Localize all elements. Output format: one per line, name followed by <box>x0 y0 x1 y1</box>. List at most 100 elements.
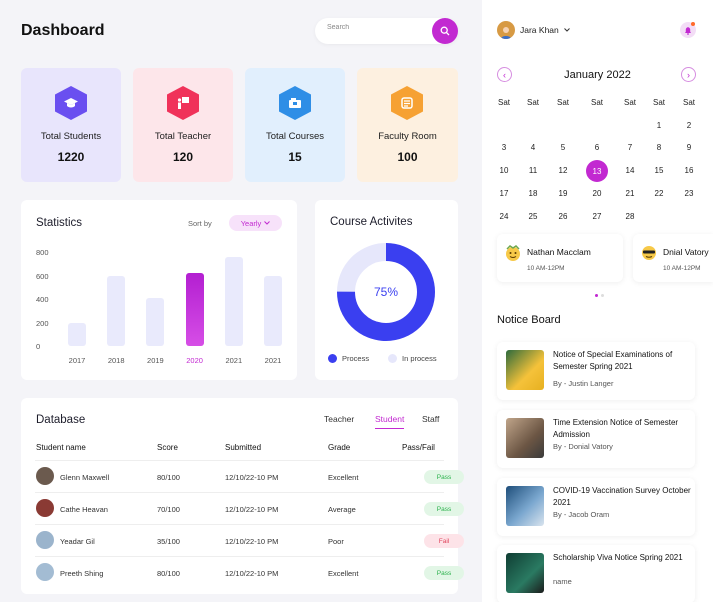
calendar-day[interactable]: 15 <box>646 166 672 175</box>
column-header: Score <box>157 443 178 452</box>
calendar-day[interactable]: 20 <box>584 189 610 198</box>
x-tick-label: 2020 <box>186 356 203 365</box>
table-row[interactable]: Yeadar Gil 35/100 12/10/22-10 PM Poor Fa… <box>35 524 464 556</box>
score: 80/100 <box>157 569 180 578</box>
status-badge: Pass <box>424 566 464 580</box>
event-card[interactable]: Nathan Macclam 10 AM-12PM <box>497 234 623 282</box>
calendar-day[interactable]: 1 <box>646 121 672 130</box>
score: 35/100 <box>157 537 180 546</box>
donut-percent-label: 75% <box>374 285 398 299</box>
search-input[interactable] <box>327 24 427 31</box>
bar-2018[interactable] <box>107 275 126 346</box>
avatar <box>497 21 515 39</box>
search-button[interactable] <box>432 18 458 44</box>
table-row[interactable]: Cathe Heavan 70/100 12/10/22-10 PM Avera… <box>35 492 464 524</box>
status-badge: Fail <box>424 534 464 548</box>
notice-item[interactable]: Scholarship Viva Notice Spring 2021 name <box>497 545 695 602</box>
course-donut-chart: 75% <box>337 243 435 341</box>
table-row[interactable]: Preeth Shing 80/100 12/10/22-10 PM Excel… <box>35 556 464 588</box>
notice-author: By - Donial Vatory <box>553 442 613 451</box>
event-time: 10 AM-12PM <box>527 265 565 272</box>
calendar-day[interactable]: 13 <box>586 160 608 182</box>
sort-dropdown[interactable]: Yearly <box>229 215 282 231</box>
calendar-day[interactable]: 5 <box>550 143 576 152</box>
grade: Excellent <box>328 473 359 482</box>
event-name: Dnial Vatory <box>663 247 709 257</box>
notice-item[interactable]: COVID-19 Vaccination Survey October 2021… <box>497 478 695 536</box>
calendar-day[interactable]: 8 <box>646 143 672 152</box>
y-tick-label: 0 <box>36 342 41 351</box>
bar-2019[interactable] <box>146 297 165 346</box>
notice-item[interactable]: Time Extension Notice of Semester Admiss… <box>497 410 695 468</box>
calendar-day[interactable]: 23 <box>676 189 702 198</box>
calendar-day[interactable]: 28 <box>617 212 643 221</box>
calendar-day[interactable]: 24 <box>491 212 517 221</box>
avatar <box>36 499 54 517</box>
card-value: 100 <box>397 150 418 164</box>
calendar-day[interactable]: 22 <box>646 189 672 198</box>
weekday-label: Sat <box>556 98 569 107</box>
y-tick-label: 600 <box>36 271 49 281</box>
legend-dot <box>388 354 397 363</box>
avatar <box>36 467 54 485</box>
calendar-day[interactable]: 17 <box>491 189 517 198</box>
calendar-day[interactable]: 16 <box>676 166 702 175</box>
calendar-day[interactable]: 9 <box>676 143 702 152</box>
card-faculty-room[interactable]: Faculty Room 100 <box>357 68 458 182</box>
calendar-day[interactable]: 18 <box>520 189 546 198</box>
pager-dot[interactable] <box>601 294 604 297</box>
profile-menu[interactable]: Jara Khan <box>497 21 570 39</box>
card-total-teacher[interactable]: Total Teacher 120 <box>133 68 233 182</box>
calendar-day[interactable]: 2 <box>676 121 702 130</box>
calendar-day[interactable]: 21 <box>617 189 643 198</box>
calendar-day[interactable]: 4 <box>520 143 546 152</box>
notification-button[interactable] <box>680 22 696 38</box>
calendar-day[interactable]: 10 <box>491 166 517 175</box>
event-card[interactable]: Dnial Vatory 10 AM-12PM <box>633 234 713 282</box>
search-box[interactable] <box>315 18 458 44</box>
chevron-right-icon: › <box>687 69 690 80</box>
calendar-day[interactable]: 12 <box>550 166 576 175</box>
submitted: 12/10/22-10 PM <box>225 569 279 578</box>
statistics-title: Statistics <box>36 217 83 229</box>
submitted: 12/10/22-10 PM <box>225 537 279 546</box>
notice-title: Time Extension Notice of Semester Admiss… <box>553 418 679 439</box>
calendar-day[interactable]: 25 <box>520 212 546 221</box>
tab-teacher[interactable]: Teacher <box>324 414 354 424</box>
table-row[interactable]: Glenn Maxwell 80/100 12/10/22-10 PM Exce… <box>35 460 464 492</box>
bar-2020[interactable] <box>185 273 204 346</box>
calendar-next-button[interactable]: › <box>681 67 696 82</box>
weekday-label: Sat <box>590 98 603 107</box>
calendar-day[interactable]: 11 <box>520 166 546 175</box>
calendar-day[interactable]: 3 <box>491 143 517 152</box>
tab-student[interactable]: Student <box>375 414 405 429</box>
notice-title: Notice of Special Examinations of Semest… <box>553 350 673 371</box>
bar-2021[interactable] <box>264 275 282 346</box>
tab-staff[interactable]: Staff <box>422 414 439 424</box>
notice-author: By - Justin Langer <box>553 379 614 388</box>
notice-item[interactable]: Notice of Special Examinations of Semest… <box>497 342 695 400</box>
bar-2017[interactable] <box>68 322 86 346</box>
courses-icon <box>279 86 311 120</box>
bar-2021[interactable] <box>224 256 243 346</box>
calendar-day[interactable]: 27 <box>584 212 610 221</box>
card-total-courses[interactable]: Total Courses 15 <box>245 68 345 182</box>
y-tick-label: 200 <box>36 318 49 328</box>
event-pager[interactable] <box>595 294 604 297</box>
faculty-room-icon <box>391 86 423 120</box>
database-panel: Database Teacher Student Staff Student n… <box>21 398 464 594</box>
calendar-day[interactable]: 14 <box>617 166 643 175</box>
calendar-day[interactable]: 7 <box>617 143 643 152</box>
column-header: Pass/Fail <box>402 443 435 452</box>
calendar-day[interactable]: 19 <box>550 189 576 198</box>
calendar-day[interactable]: 6 <box>584 143 610 152</box>
pager-dot[interactable] <box>595 294 598 297</box>
profile-name: Jara Khan <box>520 25 559 35</box>
avatar <box>36 563 54 581</box>
card-label: Total Teacher <box>154 131 212 142</box>
card-total-students[interactable]: Total Students 1220 <box>21 68 121 182</box>
calendar-day[interactable]: 26 <box>550 212 576 221</box>
student-name: Preeth Shing <box>60 569 104 578</box>
chevron-down-icon <box>264 221 271 225</box>
legend-process: Process <box>328 354 369 363</box>
